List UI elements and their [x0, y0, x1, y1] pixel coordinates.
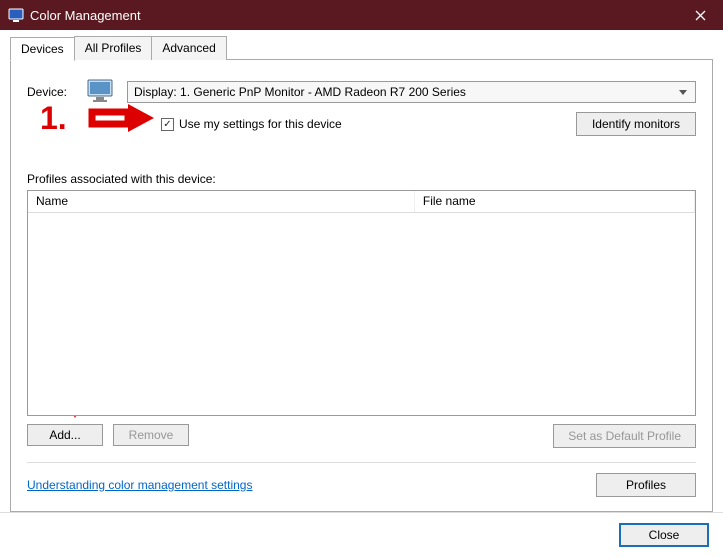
window-close-button[interactable] [678, 0, 723, 30]
column-name[interactable]: Name [28, 191, 415, 212]
profiles-associated-label: Profiles associated with this device: [27, 172, 696, 186]
titlebar: Color Management [0, 0, 723, 30]
use-my-settings-checkbox[interactable]: ✓ Use my settings for this device [161, 117, 342, 131]
tab-panel-devices: Device: Display: 1. Generic PnP Monitor … [10, 59, 713, 512]
window-title: Color Management [30, 8, 678, 23]
tab-strip: Devices All Profiles Advanced [10, 36, 713, 60]
add-button[interactable]: Add... [27, 424, 103, 446]
separator [27, 462, 696, 463]
set-default-profile-button: Set as Default Profile [553, 424, 696, 448]
profiles-list[interactable]: Name File name [27, 190, 696, 416]
tab-advanced[interactable]: Advanced [151, 36, 226, 60]
device-label: Device: [27, 85, 77, 99]
profiles-button[interactable]: Profiles [596, 473, 696, 497]
use-my-settings-label: Use my settings for this device [179, 117, 342, 131]
list-body [28, 213, 695, 415]
checkbox-box: ✓ [161, 118, 174, 131]
understanding-link[interactable]: Understanding color management settings [27, 478, 252, 492]
monitor-icon [85, 78, 119, 106]
device-dropdown[interactable]: Display: 1. Generic PnP Monitor - AMD Ra… [127, 81, 696, 103]
device-selected: Display: 1. Generic PnP Monitor - AMD Ra… [134, 85, 466, 99]
tab-devices[interactable]: Devices [10, 37, 75, 61]
list-header: Name File name [28, 191, 695, 213]
identify-monitors-button[interactable]: Identify monitors [576, 112, 696, 136]
app-icon [8, 7, 24, 23]
tab-all-profiles[interactable]: All Profiles [74, 36, 153, 60]
remove-button: Remove [113, 424, 189, 446]
column-file-name[interactable]: File name [415, 191, 695, 212]
close-button[interactable]: Close [619, 523, 709, 547]
